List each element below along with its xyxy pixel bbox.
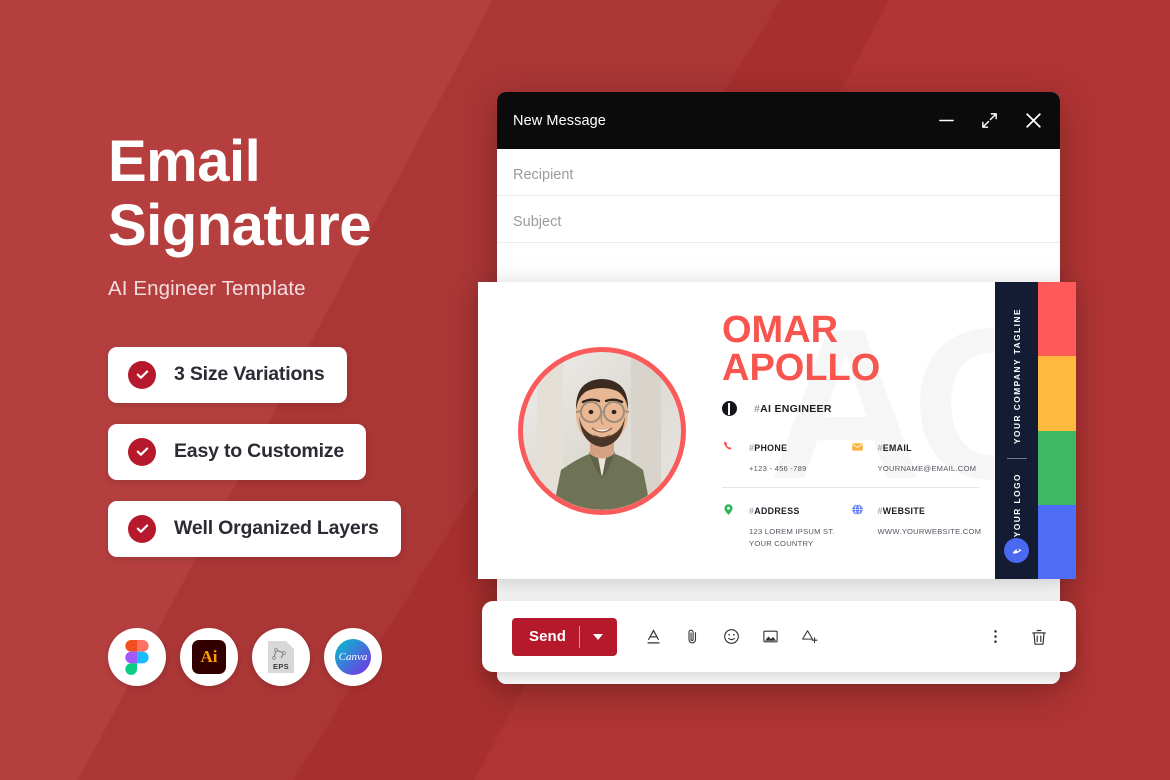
minimize-icon[interactable] <box>937 111 956 130</box>
title-line-1: Email <box>108 129 261 194</box>
more-options-icon[interactable] <box>987 628 1004 645</box>
email-signature-card: AO <box>478 282 1076 579</box>
contact-details: #PHONE +123 - 456 -789 #EMAIL YOURNAME@E… <box>722 438 982 550</box>
canva-label: Canva <box>338 651 368 663</box>
feature-list: 3 Size Variations Easy to Customize Well… <box>108 346 488 557</box>
window-title: New Message <box>513 112 606 129</box>
attach-file-icon[interactable] <box>684 628 701 645</box>
contact-value: YOURNAME@EMAIL.COM <box>877 464 977 474</box>
check-circle-icon <box>128 514 156 543</box>
illustrator-icon[interactable]: Ai <box>180 628 238 686</box>
send-button-label: Send <box>529 628 567 645</box>
supported-apps-list: Ai EPS Canva <box>108 628 382 686</box>
page-title: Email Signature <box>108 130 488 258</box>
color-band-amber <box>1038 356 1076 431</box>
circle-logo-icon <box>1004 538 1029 563</box>
contact-website: #WEBSITE WWW.YOURWEBSITE.COM <box>851 501 982 550</box>
contact-text: #ADDRESS 123 LOREM IPSUM ST. YOUR COUNTR… <box>749 501 835 550</box>
recipient-field[interactable]: Recipient <box>497 149 1060 196</box>
close-icon[interactable] <box>1023 110 1044 131</box>
contact-text: #EMAIL YOURNAME@EMAIL.COM <box>878 438 977 475</box>
discard-draft-icon[interactable] <box>1030 628 1048 646</box>
insert-drive-icon[interactable] <box>801 628 819 645</box>
signature-info: OMAR APOLLO #AI ENGINEER #PHONE +123 - 4… <box>722 311 995 549</box>
check-circle-icon <box>128 437 156 466</box>
contact-row-bottom: #ADDRESS 123 LOREM IPSUM ST. YOUR COUNTR… <box>722 488 982 550</box>
illustrator-label: Ai <box>200 647 218 666</box>
phone-icon <box>722 440 735 475</box>
check-circle-icon <box>128 360 156 389</box>
format-text-icon[interactable] <box>645 628 662 645</box>
globe-icon <box>851 503 864 550</box>
brand-mark-icon <box>722 401 737 417</box>
contact-label: #ADDRESS <box>749 506 800 516</box>
contact-label: #WEBSITE <box>878 506 926 516</box>
window-controls <box>937 110 1044 131</box>
label-text: PHONE <box>754 443 788 454</box>
window-title-bar: New Message <box>497 92 1060 149</box>
insert-emoji-icon[interactable] <box>723 628 740 645</box>
signature-name: OMAR APOLLO <box>722 309 881 390</box>
contact-address: #ADDRESS 123 LOREM IPSUM ST. YOUR COUNTR… <box>722 501 851 550</box>
email-icon <box>851 440 864 475</box>
send-button[interactable]: Send <box>512 617 618 656</box>
logo-label: YOUR LOGO <box>1011 473 1022 538</box>
color-band-green <box>1038 430 1076 505</box>
avatar-photo <box>523 351 681 510</box>
signature-main: AO <box>478 282 995 579</box>
toolbar-icon-group <box>645 628 819 645</box>
feature-item-organized-layers[interactable]: Well Organized Layers <box>108 500 401 557</box>
role-text: AI ENGINEER <box>760 402 832 415</box>
avatar <box>518 346 686 515</box>
signature-color-strip <box>1038 282 1076 579</box>
contact-value: 123 LOREM IPSUM ST. YOUR COUNTRY <box>749 527 835 548</box>
contact-text: #PHONE +123 - 456 -789 <box>749 438 807 475</box>
contact-label: #PHONE <box>749 443 787 453</box>
panel-divider <box>1006 458 1027 460</box>
company-tagline: YOUR COMPANY TAGLINE <box>1011 308 1022 445</box>
signature-role: #AI ENGINEER <box>754 403 832 415</box>
label-text: WEBSITE <box>882 506 926 517</box>
signature-role-row: #AI ENGINEER <box>722 401 979 417</box>
label-text: EMAIL <box>882 443 912 454</box>
insert-photo-icon[interactable] <box>762 628 779 645</box>
title-line-2: Signature <box>108 192 372 258</box>
contact-label: #EMAIL <box>878 443 912 453</box>
eps-label: EPS <box>273 662 289 671</box>
contact-phone: #PHONE +123 - 456 -789 <box>722 438 851 475</box>
compose-toolbar: Send <box>482 601 1076 672</box>
contact-text: #WEBSITE WWW.YOURWEBSITE.COM <box>878 501 982 550</box>
figma-icon[interactable] <box>108 628 166 686</box>
send-options-caret-icon[interactable] <box>593 633 604 640</box>
color-band-red <box>1038 282 1076 357</box>
feature-label: Well Organized Layers <box>174 517 379 540</box>
toolbar-right-group <box>987 628 1048 646</box>
send-divider <box>579 625 581 648</box>
location-pin-icon <box>722 503 735 550</box>
color-band-blue <box>1038 504 1076 579</box>
signature-side-panel: YOUR COMPANY TAGLINE YOUR LOGO <box>995 282 1038 579</box>
feature-label: 3 Size Variations <box>174 363 325 386</box>
feature-item-easy-customize[interactable]: Easy to Customize <box>108 423 366 480</box>
feature-label: Easy to Customize <box>174 440 344 463</box>
hero-panel: Email Signature AI Engineer Template 3 S… <box>108 130 488 578</box>
contact-email: #EMAIL YOURNAME@EMAIL.COM <box>851 438 980 475</box>
label-text: ADDRESS <box>754 506 800 517</box>
subject-field[interactable]: Subject <box>497 196 1060 243</box>
expand-icon[interactable] <box>980 111 999 130</box>
contact-value: +123 - 456 -789 <box>749 464 807 474</box>
contact-row-top: #PHONE +123 - 456 -789 #EMAIL YOURNAME@E… <box>722 438 980 489</box>
contact-value: WWW.YOURWEBSITE.COM <box>877 527 982 537</box>
feature-item-size-variations[interactable]: 3 Size Variations <box>108 346 347 403</box>
canva-icon[interactable]: Canva <box>324 628 382 686</box>
eps-file-icon[interactable]: EPS <box>252 628 310 686</box>
page-subtitle: AI Engineer Template <box>108 276 306 300</box>
